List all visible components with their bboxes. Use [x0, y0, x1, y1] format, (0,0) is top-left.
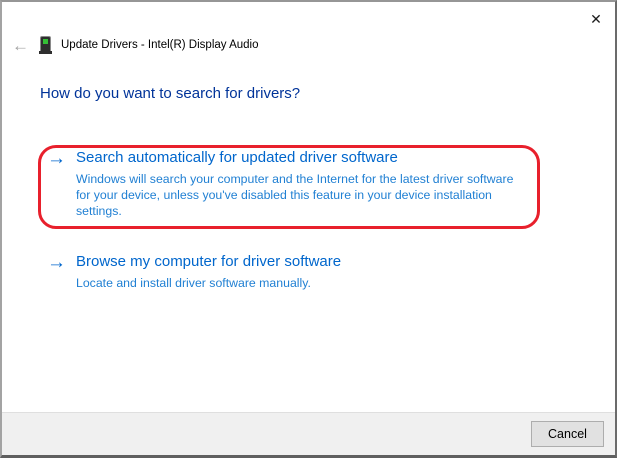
- command-link-description: Windows will search your computer and th…: [76, 172, 514, 218]
- wizard-header: ← Update Drivers - Intel(R) Display Audi…: [12, 34, 259, 56]
- command-arrow-icon: →: [47, 148, 66, 169]
- back-arrow-icon: ←: [12, 35, 29, 55]
- main-instruction: How do you want to search for drivers?: [40, 85, 301, 102]
- device-icon-base: [39, 51, 52, 54]
- device-icon-green-led: [43, 39, 48, 44]
- update-drivers-dialog: ✕ ← Update Drivers - Intel(R) Display Au…: [0, 0, 617, 458]
- command-link-title: Browse my computer for driver software: [76, 253, 342, 270]
- command-arrow-icon: →: [47, 252, 66, 273]
- command-link-title: Search automatically for updated driver …: [76, 149, 398, 166]
- command-link-description: Locate and install driver software manua…: [76, 276, 311, 290]
- back-button[interactable]: ←: [12, 37, 34, 54]
- cancel-button[interactable]: Cancel: [531, 421, 604, 447]
- wizard-title: Update Drivers - Intel(R) Display Audio: [61, 39, 259, 51]
- command-link-search-automatically[interactable]: → Search automatically for updated drive…: [47, 149, 513, 219]
- close-button[interactable]: ✕: [581, 6, 611, 32]
- close-icon: ✕: [590, 10, 602, 27]
- footer: Cancel: [2, 412, 615, 455]
- command-link-browse-computer[interactable]: → Browse my computer for driver software…: [47, 253, 341, 291]
- device-icon: [39, 36, 52, 54]
